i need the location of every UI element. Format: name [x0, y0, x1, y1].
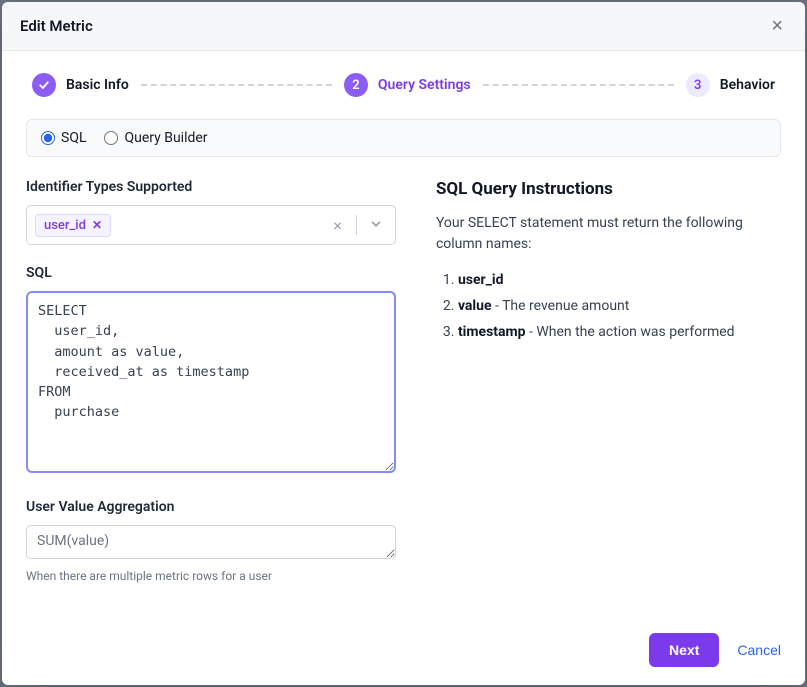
aggregation-help: When there are multiple metric rows for … — [26, 569, 396, 583]
step-circle-active: 2 — [344, 73, 368, 97]
modal-header: Edit Metric × — [2, 2, 805, 51]
next-button[interactable]: Next — [649, 633, 719, 667]
step-divider — [483, 84, 674, 86]
radio-sql-label: SQL — [61, 130, 86, 146]
sql-textarea[interactable] — [26, 291, 396, 473]
list-item: value - The revenue amount — [458, 295, 781, 319]
right-column: SQL Query Instructions Your SELECT state… — [436, 179, 781, 583]
instructions-title: SQL Query Instructions — [436, 179, 781, 199]
col-name: value — [458, 298, 492, 314]
cancel-button[interactable]: Cancel — [737, 642, 781, 658]
identifier-label: Identifier Types Supported — [26, 179, 396, 195]
instructions-list: user_id value - The revenue amount times… — [436, 269, 781, 344]
identifier-types-input[interactable]: user_id ✕ × — [26, 205, 396, 245]
col-desc: - The revenue amount — [492, 298, 630, 314]
modal-body: SQL Query Builder Identifier Types Suppo… — [2, 119, 805, 615]
close-icon: × — [771, 15, 783, 37]
radio-query-builder[interactable]: Query Builder — [104, 130, 207, 146]
step-divider — [141, 84, 332, 86]
step-label: Query Settings — [378, 77, 471, 93]
col-name: user_id — [458, 272, 504, 288]
close-button[interactable]: × — [767, 16, 787, 36]
chevron-down-icon[interactable] — [365, 216, 387, 235]
instructions-intro: Your SELECT statement must return the fo… — [436, 213, 781, 255]
step-circle-pending: 3 — [686, 73, 710, 97]
two-column-layout: Identifier Types Supported user_id ✕ × S… — [26, 179, 781, 583]
query-mode-selector: SQL Query Builder — [26, 119, 781, 157]
tag-text: user_id — [44, 218, 86, 233]
step-circle-done — [32, 73, 56, 97]
clear-all-icon[interactable]: × — [327, 216, 348, 235]
list-item: user_id — [458, 269, 781, 293]
step-query-settings[interactable]: 2 Query Settings — [344, 73, 471, 97]
step-basic-info[interactable]: Basic Info — [32, 73, 129, 97]
tag-user-id: user_id ✕ — [35, 214, 111, 237]
sql-label: SQL — [26, 265, 396, 281]
step-label: Basic Info — [66, 77, 129, 93]
aggregation-label: User Value Aggregation — [26, 499, 396, 515]
modal-title: Edit Metric — [20, 17, 93, 35]
radio-sql[interactable]: SQL — [41, 130, 86, 146]
tag-divider — [356, 215, 357, 235]
aggregation-textarea[interactable] — [26, 525, 396, 559]
check-icon — [38, 79, 50, 91]
stepper: Basic Info 2 Query Settings 3 Behavior — [2, 51, 805, 119]
list-item: timestamp - When the action was performe… — [458, 321, 781, 345]
radio-sql-input[interactable] — [41, 131, 55, 145]
radio-builder-label: Query Builder — [124, 130, 207, 146]
edit-metric-modal: Edit Metric × Basic Info 2 Query Setting… — [2, 2, 805, 685]
step-label: Behavior — [720, 77, 775, 93]
modal-footer: Next Cancel — [2, 615, 805, 685]
col-name: timestamp — [458, 324, 526, 340]
col-desc: - When the action was performed — [526, 324, 735, 340]
step-behavior[interactable]: 3 Behavior — [686, 73, 775, 97]
tag-remove-icon[interactable]: ✕ — [92, 218, 102, 232]
left-column: Identifier Types Supported user_id ✕ × S… — [26, 179, 396, 583]
radio-builder-input[interactable] — [104, 131, 118, 145]
